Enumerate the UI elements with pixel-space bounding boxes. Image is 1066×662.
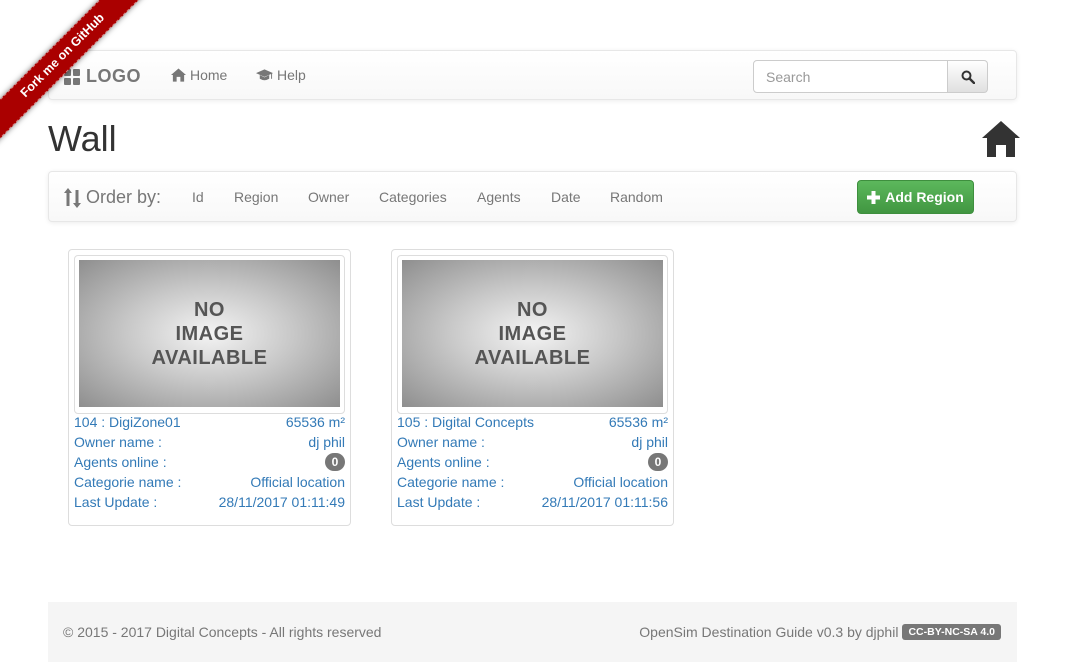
home-icon [171, 68, 186, 82]
category-label: Categorie name : [397, 474, 505, 490]
order-by-random[interactable]: Random [610, 189, 663, 205]
order-by-date[interactable]: Date [551, 189, 581, 205]
plus-icon [867, 190, 881, 204]
placeholder-line: NO [516, 298, 548, 321]
owner-value: dj phil [308, 434, 345, 450]
owner-row: Owner name : dj phil [74, 432, 345, 452]
category-row: Categorie name : Official location [397, 472, 668, 492]
region-thumbnail[interactable]: NO IMAGE AVAILABLE [397, 255, 668, 414]
agents-label: Agents online : [74, 454, 167, 470]
footer-credit: OpenSim Destination Guide v0.3 by djphil… [639, 624, 1001, 640]
owner-row: Owner name : dj phil [397, 432, 668, 452]
nav-help-link[interactable]: Help [256, 67, 306, 83]
footer-copyright: © 2015 - 2017 Digital Concepts - All rig… [63, 624, 382, 640]
placeholder-line: AVAILABLE [151, 346, 268, 369]
update-label: Last Update : [74, 494, 158, 510]
region-size: 65536 m² [608, 414, 668, 430]
github-ribbon-wrap: Fork me on GitHub [0, 0, 150, 150]
placeholder-line: IMAGE [498, 322, 567, 345]
region-card[interactable]: NO IMAGE AVAILABLE 104 : DigiZone01 6553… [68, 249, 351, 526]
fork-on-github-ribbon[interactable]: Fork me on GitHub [0, 0, 150, 148]
order-by-agents[interactable]: Agents [477, 189, 521, 205]
owner-label: Owner name : [397, 434, 485, 450]
agents-row: Agents online : 0 [74, 452, 345, 472]
graduation-cap-icon [256, 68, 273, 80]
ribbon-text: Fork me on GitHub [17, 10, 108, 101]
region-title-link[interactable]: 105 : Digital Concepts [397, 414, 534, 430]
category-label: Categorie name : [74, 474, 182, 490]
agents-label: Agents online : [397, 454, 490, 470]
update-value: 28/11/2017 01:11:49 [218, 494, 345, 510]
region-title-link[interactable]: 104 : DigiZone01 [74, 414, 181, 430]
home-icon-large[interactable] [982, 120, 1020, 161]
owner-value: dj phil [631, 434, 668, 450]
update-row: Last Update : 28/11/2017 01:11:56 [397, 492, 668, 512]
nav-home-link[interactable]: Home [171, 67, 227, 83]
order-by-region[interactable]: Region [234, 189, 278, 205]
region-title-row: 104 : DigiZone01 65536 m² [74, 412, 345, 432]
search-button[interactable] [948, 60, 988, 93]
top-navbar: LOGO Home Help [48, 50, 1017, 100]
nav-home-label: Home [190, 67, 228, 83]
add-region-button[interactable]: Add Region [857, 180, 974, 214]
order-by-label: Order by: [64, 187, 161, 208]
placeholder-line: IMAGE [175, 322, 244, 345]
footer-credit-text: OpenSim Destination Guide v0.3 by djphil [639, 624, 899, 640]
agents-count-badge: 0 [325, 453, 345, 471]
order-by-bar: Order by: Id Region Owner Categories Age… [48, 171, 1017, 222]
order-by-text: Order by: [86, 187, 162, 207]
no-image-placeholder: NO IMAGE AVAILABLE [79, 260, 340, 407]
placeholder-line: NO [193, 298, 225, 321]
region-card[interactable]: NO IMAGE AVAILABLE 105 : Digital Concept… [391, 249, 674, 526]
region-title-row: 105 : Digital Concepts 65536 m² [397, 412, 668, 432]
no-image-placeholder: NO IMAGE AVAILABLE [402, 260, 663, 407]
nav-help-label: Help [277, 67, 306, 83]
category-value: Official location [573, 474, 668, 490]
add-region-label: Add Region [885, 189, 964, 205]
order-by-id[interactable]: Id [192, 189, 204, 205]
search-icon [961, 70, 975, 84]
update-label: Last Update : [397, 494, 481, 510]
order-by-owner[interactable]: Owner [308, 189, 349, 205]
agents-count-badge: 0 [648, 453, 668, 471]
region-size: 65536 m² [285, 414, 345, 430]
search-input[interactable] [753, 60, 948, 93]
search-form [753, 60, 988, 93]
region-thumbnail[interactable]: NO IMAGE AVAILABLE [74, 255, 345, 414]
category-row: Categorie name : Official location [74, 472, 345, 492]
home-icon [982, 121, 1020, 157]
placeholder-line: AVAILABLE [474, 346, 591, 369]
sort-icon [64, 187, 81, 208]
order-by-categories[interactable]: Categories [379, 189, 447, 205]
update-row: Last Update : 28/11/2017 01:11:49 [74, 492, 345, 512]
page-footer: © 2015 - 2017 Digital Concepts - All rig… [48, 602, 1017, 662]
owner-label: Owner name : [74, 434, 162, 450]
category-value: Official location [250, 474, 345, 490]
update-value: 28/11/2017 01:11:56 [541, 494, 668, 510]
agents-row: Agents online : 0 [397, 452, 668, 472]
license-badge[interactable]: CC-BY-NC-SA 4.0 [902, 624, 1001, 640]
